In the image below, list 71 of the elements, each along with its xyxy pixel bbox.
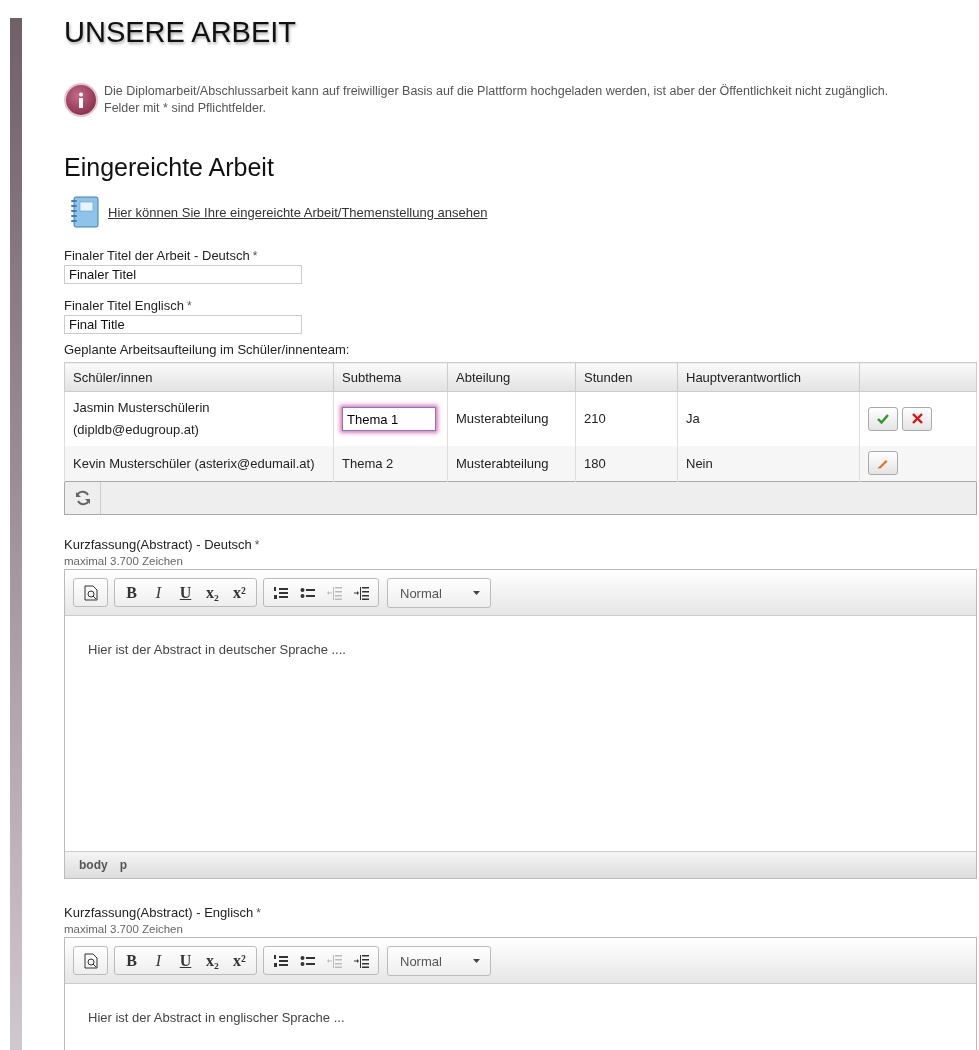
- editor-text: Hier ist der Abstract in englischer Sprache ...: [87, 1009, 346, 1027]
- notebook-icon: [70, 196, 100, 228]
- caret-icon: [473, 591, 480, 595]
- format-button[interactable]: x²: [226, 578, 253, 607]
- required-mark: *: [254, 538, 260, 552]
- rich-text-editor[interactable]: B I U x₂ x² Normal Hier ist der Abstract in englischer Sprache ...: [64, 937, 977, 1050]
- preview-icon: [83, 952, 98, 969]
- subtopic-input[interactable]: Thema 1: [342, 407, 436, 431]
- format-button[interactable]: B: [118, 946, 145, 975]
- format-dropdown[interactable]: Normal: [387, 578, 491, 608]
- table-cell: Jasmin Musterschülerin (dipldb@edugroup.at): [64, 391, 334, 446]
- format-button[interactable]: I: [145, 946, 172, 975]
- table-cell: Ja: [677, 391, 860, 446]
- format-dropdown[interactable]: Normal: [387, 946, 491, 976]
- document-link[interactable]: Hier können Sie Ihre eingereichte Arbeit/Themenstellung ansehen: [108, 204, 488, 220]
- preview-icon: [83, 584, 98, 601]
- field-label: Finaler Titel Englisch: [64, 298, 184, 313]
- format-button[interactable]: x₂: [199, 578, 226, 607]
- pencil-icon: [877, 457, 889, 469]
- element-path-item[interactable]: p: [119, 858, 127, 872]
- bullet-list-icon: [299, 585, 316, 600]
- outdent-icon: [326, 953, 343, 968]
- field-hint: maximal 3.700 Zeichen: [64, 555, 184, 567]
- save-button[interactable]: [868, 407, 898, 432]
- column-header: Hauptverantwortlich: [677, 362, 860, 392]
- info-icon: [64, 83, 98, 117]
- field-hint: maximal 3.700 Zeichen: [64, 923, 184, 935]
- caret-icon: [473, 959, 480, 963]
- table-cell: 180: [575, 446, 678, 482]
- column-header: Stunden: [575, 362, 678, 392]
- required-mark: *: [186, 299, 192, 313]
- numbered-list-icon: [272, 585, 289, 600]
- table-cell: 210: [575, 391, 678, 446]
- field-label: Finaler Titel der Arbeit - Deutsch: [64, 248, 250, 263]
- column-header: Abteilung: [447, 362, 576, 392]
- indent-icon: [353, 953, 370, 968]
- format-button[interactable]: I: [145, 578, 172, 607]
- refresh-icon: [73, 489, 92, 507]
- required-mark: *: [256, 906, 261, 920]
- info-text: Felder mit * sind Pflichtfelder.: [104, 100, 267, 117]
- format-button[interactable]: B: [118, 578, 145, 607]
- indent-icon: [353, 585, 370, 600]
- table-caption: Geplante Arbeitsaufteilung im Schüler/innenteam:: [64, 342, 351, 357]
- editor-text: Hier ist der Abstract in deutscher Sprache ....: [87, 641, 347, 659]
- close-icon: [911, 413, 923, 425]
- format-button[interactable]: x²: [226, 946, 253, 975]
- info-text: Die Diplomarbeit/Abschlussarbeit kann auf freiwilliger Basis auf die Plattform hochgeladen werden, ist aber der Öffentlichkeit nicht zugänglich.: [104, 83, 889, 100]
- table-cell: Kevin Musterschüler (asterix@edumail.at): [64, 446, 334, 482]
- section-title: Eingereichte Arbeit: [64, 153, 275, 182]
- bullet-list-icon: [299, 953, 316, 968]
- column-header: Schüler/innen: [64, 362, 334, 392]
- table-cell: Thema 2: [333, 446, 448, 482]
- check-icon: [877, 414, 889, 425]
- table-cell: Musterabteilung: [447, 446, 576, 482]
- column-header: Subthema: [333, 362, 448, 392]
- table-cell: Musterabteilung: [447, 391, 576, 446]
- page-title: UNSERE ARBEIT: [64, 16, 298, 49]
- table-cell: Nein: [677, 446, 860, 482]
- format-button[interactable]: x₂: [199, 946, 226, 975]
- cancel-button[interactable]: [902, 406, 932, 431]
- required-mark: *: [252, 249, 258, 263]
- numbered-list-icon: [272, 953, 289, 968]
- text-field[interactable]: Finaler Titel: [64, 265, 302, 284]
- element-path-item[interactable]: body: [79, 858, 108, 872]
- format-button[interactable]: U: [172, 946, 199, 975]
- rich-text-editor[interactable]: B I U x₂ x² Normal Hier ist der Abstract in deutscher Sprache .... body p: [64, 569, 977, 879]
- format-button[interactable]: U: [172, 578, 199, 607]
- outdent-icon: [326, 585, 343, 600]
- field-label: Kurzfassung(Abstract) - Englisch: [64, 905, 254, 920]
- text-field[interactable]: Final Title: [64, 315, 302, 334]
- field-label: Kurzfassung(Abstract) - Deutsch: [64, 537, 252, 552]
